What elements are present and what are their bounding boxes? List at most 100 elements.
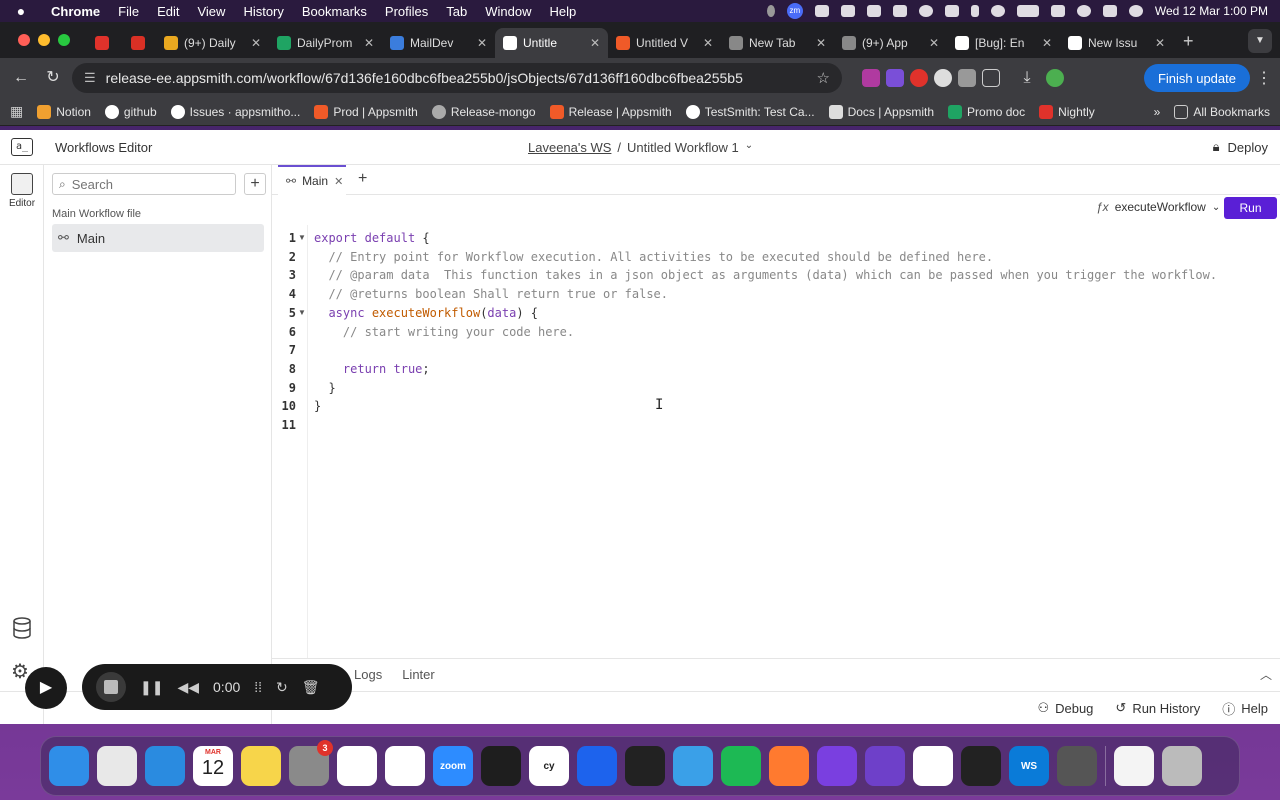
browser-tab[interactable]: New Tab ✕: [721, 28, 834, 58]
address-url[interactable]: release-ee.appsmith.com/workflow/67d136f…: [106, 70, 807, 86]
bookmark-star-icon[interactable]: ☆: [817, 69, 830, 87]
spotlight-icon[interactable]: [1076, 5, 1091, 17]
menu-app-name[interactable]: Chrome: [42, 4, 109, 19]
dock-github-desktop-icon[interactable]: [865, 746, 905, 786]
dock-firefox-icon[interactable]: [817, 746, 857, 786]
close-tab-icon[interactable]: ✕: [1042, 36, 1052, 50]
chrome-menu-icon[interactable]: ⋮: [1256, 68, 1272, 88]
search-input[interactable]: [71, 176, 212, 192]
bluetooth-icon[interactable]: [970, 5, 979, 17]
code-line[interactable]: // start writing your code here.: [314, 325, 574, 339]
function-selector[interactable]: ƒx executeWorkflow ⌄: [1096, 200, 1220, 214]
browser-tab[interactable]: [120, 28, 156, 58]
code-line[interactable]: // Entry point for Workflow execution. A…: [314, 250, 993, 264]
extension-logo-icon[interactable]: [934, 69, 952, 87]
stop-recording-button[interactable]: [96, 672, 126, 702]
close-tab-icon[interactable]: ✕: [929, 36, 939, 50]
dock-notes-icon[interactable]: [241, 746, 281, 786]
fold-arrow-icon[interactable]: ▼: [298, 308, 306, 317]
tray-puzzle-icon[interactable]: [892, 5, 907, 17]
dock-terminal-icon[interactable]: [481, 746, 521, 786]
extension-red-icon[interactable]: [910, 69, 928, 87]
bookmark-item[interactable]: Notion: [37, 104, 91, 119]
minimize-window-button[interactable]: [38, 34, 50, 46]
dock-webstorm-icon[interactable]: WS: [1009, 746, 1049, 786]
code-line[interactable]: }: [314, 381, 335, 395]
breadcrumb-workspace[interactable]: Laveena's WS: [528, 140, 611, 155]
siri-icon[interactable]: [1128, 5, 1143, 17]
tray-app-icon[interactable]: [814, 5, 829, 17]
run-history-button[interactable]: ↺ Run History: [1115, 700, 1200, 716]
datasource-icon[interactable]: [12, 617, 32, 639]
bookmark-item[interactable]: Promo doc: [948, 104, 1025, 119]
code-line[interactable]: // @param data This function takes in a …: [314, 268, 1217, 282]
close-tab-icon[interactable]: ✕: [334, 175, 343, 188]
extensions-puzzle-icon[interactable]: [982, 69, 1000, 87]
extension-shopping-icon[interactable]: [862, 69, 880, 87]
browser-tab[interactable]: DailyProm ✕: [269, 28, 382, 58]
dock-pen-app-icon[interactable]: [769, 746, 809, 786]
dock-zoom-icon[interactable]: zoom: [433, 746, 473, 786]
chevron-down-icon[interactable]: ⌄: [745, 140, 753, 155]
dock-launchpad-icon[interactable]: [97, 746, 137, 786]
battery-icon[interactable]: [1016, 5, 1039, 17]
menu-help[interactable]: Help: [541, 4, 586, 19]
zoom-tray-icon[interactable]: zm: [786, 3, 803, 19]
close-window-button[interactable]: [18, 34, 30, 46]
bookmark-item[interactable]: github: [104, 104, 157, 119]
tray-s-icon[interactable]: [866, 5, 881, 17]
play-icon[interactable]: [990, 5, 1005, 17]
bookmark-item[interactable]: TestSmith: Test Ca...: [685, 104, 815, 119]
code-line[interactable]: async executeWorkflow(data) {: [314, 306, 538, 320]
browser-tab[interactable]: Untitle ✕: [495, 28, 608, 58]
restart-icon[interactable]: ↻: [276, 679, 288, 696]
menu-profiles[interactable]: Profiles: [376, 4, 437, 19]
tab-main[interactable]: ⚯ Main ✕: [278, 165, 346, 195]
code-line[interactable]: // @returns boolean Shall return true or…: [314, 287, 668, 301]
menu-edit[interactable]: Edit: [148, 4, 188, 19]
tab-search-chevron-icon[interactable]: ▼: [1248, 29, 1272, 53]
menu-bookmarks[interactable]: Bookmarks: [293, 4, 376, 19]
trash-icon[interactable]: 🗑︎: [302, 679, 320, 696]
tab-linter[interactable]: Linter: [402, 667, 435, 682]
dock-slack-icon[interactable]: [385, 746, 425, 786]
bookmark-item[interactable]: Release | Appsmith: [549, 104, 672, 119]
dock-calendar-icon[interactable]: MAR 12: [193, 746, 233, 786]
browser-tab[interactable]: New Issu ✕: [1060, 28, 1173, 58]
add-tab-button[interactable]: +: [358, 170, 367, 188]
code-line[interactable]: }: [314, 399, 321, 413]
site-info-icon[interactable]: ☰: [84, 70, 96, 86]
browser-tab[interactable]: (9+) App ✕: [834, 28, 947, 58]
browser-tab[interactable]: (9+) Daily ✕: [156, 28, 269, 58]
dock-spotify-icon[interactable]: [721, 746, 761, 786]
control-center-icon[interactable]: [1102, 5, 1117, 17]
dock-activity-monitor-icon[interactable]: [961, 746, 1001, 786]
dock-mongodb-compass-icon[interactable]: [913, 746, 953, 786]
tab-logs[interactable]: Logs: [354, 667, 382, 682]
camera-icon[interactable]: ▶: [25, 667, 67, 709]
dock-cube-icon[interactable]: [625, 746, 665, 786]
browser-tab[interactable]: [Bug]: En ✕: [947, 28, 1060, 58]
rewind-icon[interactable]: ◀◀: [177, 679, 199, 696]
explorer-item-main[interactable]: ⚯ Main: [52, 224, 264, 252]
weather-icon[interactable]: [840, 5, 855, 17]
bookmark-item[interactable]: Prod | Appsmith: [314, 104, 418, 119]
dock-finder-icon[interactable]: [49, 746, 89, 786]
code-editor[interactable]: 1 ▼ 2 3 4 5 ▼ 6 7 8 9 10 11 export default { // Entr…: [272, 225, 1280, 658]
close-tab-icon[interactable]: ✕: [1155, 36, 1165, 50]
bookmark-item[interactable]: Issues · appsmitho...: [170, 104, 300, 119]
wifi-icon[interactable]: [1050, 5, 1065, 17]
debug-button[interactable]: ⚇ Debug: [1037, 700, 1093, 716]
extension-purple-icon[interactable]: [886, 69, 904, 87]
pause-icon[interactable]: ❚❚: [140, 679, 163, 696]
dock-docker-icon[interactable]: [577, 746, 617, 786]
browser-tab[interactable]: [84, 28, 120, 58]
breadcrumb-workflow-name[interactable]: Untitled Workflow 1: [627, 140, 739, 155]
menu-history[interactable]: History: [234, 4, 292, 19]
bookmark-item[interactable]: Nightly: [1039, 104, 1095, 119]
address-bar[interactable]: ☰ release-ee.appsmith.com/workflow/67d13…: [72, 63, 842, 93]
back-arrow-icon[interactable]: ←: [8, 65, 34, 91]
download-icon[interactable]: ⤓: [1014, 65, 1040, 91]
bookmark-item[interactable]: Docs | Appsmith: [828, 104, 934, 119]
mic-icon[interactable]: [766, 5, 775, 17]
